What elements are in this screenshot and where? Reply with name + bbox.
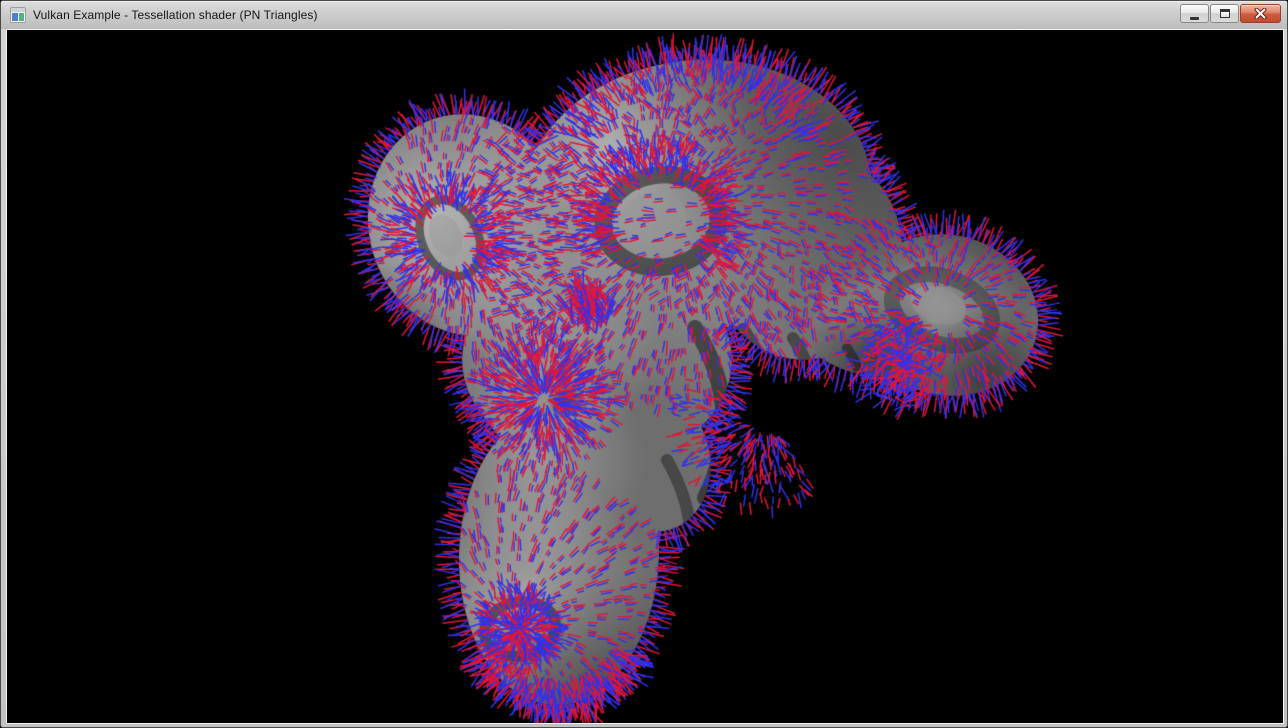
app-icon-titlebar-stripe: [11, 8, 25, 12]
minimize-button[interactable]: [1180, 4, 1209, 23]
maximize-icon: [1220, 9, 1230, 18]
close-button[interactable]: [1240, 4, 1281, 23]
render-viewport[interactable]: [7, 30, 1283, 723]
vulkan-render-canvas[interactable]: [7, 30, 1283, 723]
close-icon: [1254, 8, 1267, 19]
app-icon: [10, 7, 26, 23]
app-window: Vulkan Example - Tessellation shader (PN…: [0, 0, 1288, 728]
caption-buttons: [1180, 4, 1281, 23]
app-icon-green-square: [19, 13, 24, 21]
app-icon-blue-square: [12, 13, 18, 21]
window-title: Vulkan Example - Tessellation shader (PN…: [33, 8, 318, 22]
minimize-icon: [1190, 17, 1199, 20]
titlebar[interactable]: Vulkan Example - Tessellation shader (PN…: [1, 1, 1287, 29]
maximize-button[interactable]: [1210, 4, 1239, 23]
